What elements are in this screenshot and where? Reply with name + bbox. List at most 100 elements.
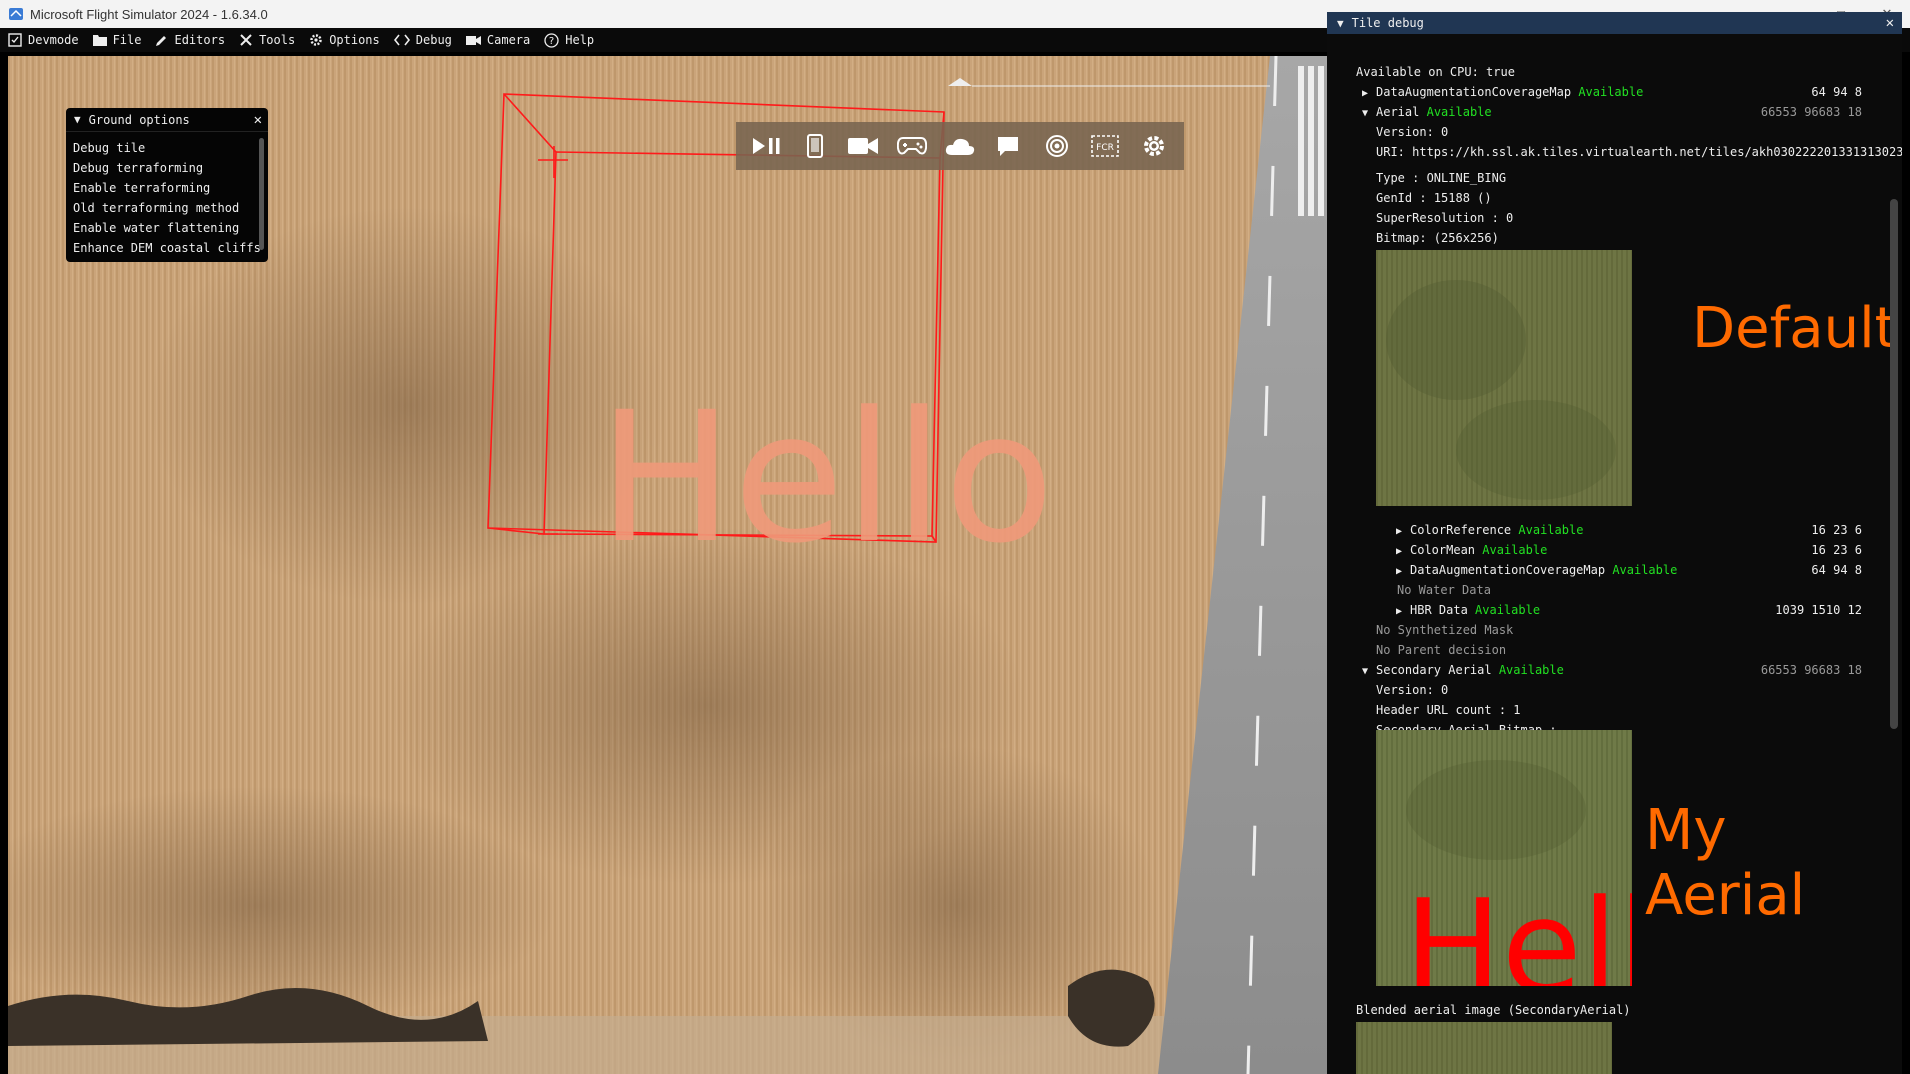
close-icon[interactable]: ✕ bbox=[254, 112, 262, 128]
devmode-icon bbox=[8, 33, 22, 47]
camera-button[interactable] bbox=[843, 126, 883, 166]
fcr-button[interactable]: FCR bbox=[1085, 126, 1125, 166]
color-mean-node[interactable]: ▶ ColorMean Available bbox=[1396, 540, 1547, 560]
collapse-triangle-icon[interactable]: ▼ bbox=[1337, 17, 1344, 30]
ground-options-panel: ▼ Ground options ✕ Debug tile Debug terr… bbox=[66, 108, 268, 262]
color-reference-node[interactable]: ▶ ColorReference Available bbox=[1396, 520, 1583, 540]
option-enhance-dem-coastal-cliffs[interactable]: Enhance DEM coastal cliffs bbox=[73, 238, 268, 258]
menu-debug-label: Debug bbox=[415, 33, 452, 47]
settings-button[interactable] bbox=[1134, 126, 1174, 166]
data-aug-label-2: DataAugmentationCoverageMap bbox=[1410, 563, 1606, 577]
expand-triangle-icon[interactable]: ▶ bbox=[1396, 562, 1410, 582]
settings-gear-icon bbox=[1143, 136, 1164, 156]
fcr-icon: FCR bbox=[1091, 135, 1120, 157]
tile-debug-header[interactable]: ▼ Tile debug ✕ bbox=[1327, 12, 1902, 34]
no-synthetized-mask: No Synthetized Mask bbox=[1376, 623, 1514, 637]
default-annotation: Default bbox=[1692, 296, 1897, 361]
secondary-aerial-bitmap-image: Hell bbox=[1376, 730, 1632, 986]
ground-options-scrollbar[interactable] bbox=[259, 138, 264, 250]
hbr-data-node[interactable]: ▶ HBR Data Available bbox=[1396, 600, 1540, 620]
secondary-aerial-status: Available bbox=[1498, 663, 1564, 677]
window-title: Microsoft Flight Simulator 2024 - 1.6.34… bbox=[30, 6, 268, 22]
svg-text:?: ? bbox=[549, 36, 554, 47]
aerial-nums: 66553 96683 18 bbox=[1760, 105, 1862, 119]
aerial-node[interactable]: ▼ Aerial Available bbox=[1362, 102, 1492, 122]
data-aug-status: Available bbox=[1578, 85, 1644, 99]
collapse-triangle-icon[interactable]: ▼ bbox=[1362, 104, 1376, 124]
data-aug-node[interactable]: ▶ DataAugmentationCoverageMap Available bbox=[1362, 82, 1643, 102]
secondary-hello-overlay: Hell bbox=[1404, 871, 1632, 986]
ground-options-title: Ground options bbox=[88, 112, 190, 127]
data-aug-node-2[interactable]: ▶ DataAugmentationCoverageMap Available bbox=[1396, 560, 1677, 580]
menu-options[interactable]: Options bbox=[309, 33, 380, 47]
expand-triangle-icon[interactable]: ▶ bbox=[1362, 84, 1376, 104]
option-enable-terraforming[interactable]: Enable terraforming bbox=[73, 178, 268, 198]
aerial-superres: SuperResolution : 0 bbox=[1376, 211, 1514, 225]
color-mean-status: Available bbox=[1482, 543, 1548, 557]
tablet-icon bbox=[806, 134, 823, 158]
expand-triangle-icon[interactable]: ▶ bbox=[1396, 522, 1410, 542]
data-aug-nums: 64 94 8 bbox=[1811, 85, 1862, 99]
hbr-data-nums: 1039 1510 12 bbox=[1775, 603, 1862, 617]
color-reference-status: Available bbox=[1518, 523, 1584, 537]
aerial-bitmap-label: Bitmap: (256x256) bbox=[1376, 231, 1499, 245]
chat-button[interactable] bbox=[988, 126, 1028, 166]
menu-editors-label: Editors bbox=[174, 33, 226, 47]
aerial-uri: URI: https://kh.ssl.ak.tiles.virtualeart… bbox=[1376, 145, 1902, 159]
menu-tools[interactable]: Tools bbox=[239, 33, 295, 47]
menu-camera[interactable]: Camera bbox=[465, 33, 530, 47]
fcr-label: FCR bbox=[1096, 143, 1114, 153]
default-bitmap-image bbox=[1376, 250, 1632, 506]
color-reference-nums: 16 23 6 bbox=[1811, 523, 1862, 537]
menu-help[interactable]: ? Help bbox=[544, 32, 595, 48]
tools-icon bbox=[240, 34, 252, 46]
option-enable-water-flattening[interactable]: Enable water flattening bbox=[73, 218, 268, 238]
help-icon: ? bbox=[544, 32, 559, 48]
gamepad-icon bbox=[896, 137, 927, 155]
sim-toolbar: FCR bbox=[736, 122, 1184, 170]
app-icon bbox=[9, 8, 23, 20]
aerial-type: Type : ONLINE_BING bbox=[1376, 171, 1507, 185]
target-button[interactable] bbox=[1037, 126, 1077, 166]
play-pause-button[interactable] bbox=[746, 126, 786, 166]
tile-debug-title: Tile debug bbox=[1351, 16, 1424, 30]
ground-hello-text: Hello bbox=[598, 374, 1054, 583]
data-aug-status-2: Available bbox=[1612, 563, 1678, 577]
expand-triangle-icon[interactable]: ▶ bbox=[1396, 542, 1410, 562]
hbr-data-status: Available bbox=[1475, 603, 1541, 617]
menu-file[interactable]: File bbox=[92, 33, 141, 47]
aerial-genid: GenId : 15188 () bbox=[1376, 191, 1492, 205]
weather-button[interactable] bbox=[940, 126, 980, 166]
menu-editors[interactable]: Editors bbox=[155, 33, 225, 47]
camera-icon bbox=[848, 138, 879, 154]
secondary-aerial-node[interactable]: ▼ Secondary Aerial Available bbox=[1362, 660, 1564, 680]
ground-options-header[interactable]: ▼ Ground options ✕ bbox=[66, 108, 268, 132]
no-water-data: No Water Data bbox=[1397, 583, 1491, 597]
blended-aerial-label: Blended aerial image (SecondaryAerial) bbox=[1356, 1003, 1631, 1017]
hbr-data-label: HBR Data bbox=[1410, 603, 1468, 617]
tablet-button[interactable] bbox=[795, 126, 835, 166]
controls-button[interactable] bbox=[892, 126, 932, 166]
aerial-label: Aerial bbox=[1376, 105, 1420, 119]
menu-debug[interactable]: Debug bbox=[393, 33, 452, 47]
collapse-triangle-icon[interactable]: ▼ bbox=[1362, 662, 1376, 682]
collapse-triangle-icon[interactable]: ▼ bbox=[74, 113, 81, 126]
tile-debug-panel: ▼ Tile debug ✕ Available on CPU: true ▶ D… bbox=[1327, 12, 1902, 1074]
code-icon bbox=[393, 34, 410, 46]
menu-help-label: Help bbox=[565, 33, 595, 47]
header-url-count: Header URL count : 1 bbox=[1376, 703, 1521, 717]
play-pause-icon bbox=[753, 138, 780, 154]
option-debug-terraforming[interactable]: Debug terraforming bbox=[73, 158, 268, 178]
tile-debug-scrollbar[interactable] bbox=[1890, 199, 1898, 729]
expand-triangle-icon[interactable]: ▶ bbox=[1396, 602, 1410, 622]
data-aug-nums-2: 64 94 8 bbox=[1811, 563, 1862, 577]
cpu-availability: Available on CPU: true bbox=[1356, 65, 1515, 79]
menu-devmode[interactable]: Devmode bbox=[8, 33, 79, 47]
data-aug-label: DataAugmentationCoverageMap bbox=[1376, 85, 1572, 99]
option-old-terraforming-method[interactable]: Old terraforming method bbox=[73, 198, 268, 218]
menu-tools-label: Tools bbox=[259, 33, 296, 47]
menu-devmode-label: Devmode bbox=[28, 33, 79, 47]
gear-icon bbox=[310, 34, 322, 46]
option-debug-tile[interactable]: Debug tile bbox=[73, 138, 268, 158]
close-icon[interactable]: ✕ bbox=[1886, 15, 1894, 31]
